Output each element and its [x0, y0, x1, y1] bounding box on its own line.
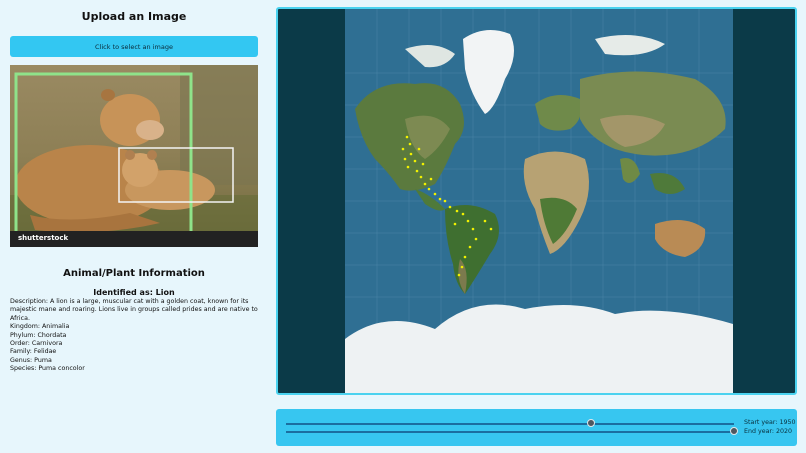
identified-label: Identified as: Lion: [93, 288, 175, 297]
start-year-track[interactable]: [286, 423, 734, 425]
order-text: Order: Carnivora: [10, 340, 63, 348]
uploaded-image: shutterstock: [10, 65, 258, 247]
left-panel: Upload an Image Click to select an image: [0, 0, 268, 453]
map-panel: [276, 7, 797, 395]
species-text: Species: Puma concolor: [10, 365, 85, 373]
end-year-track[interactable]: [286, 431, 734, 433]
description-text: Description: A lion is a large, muscular…: [10, 298, 258, 322]
start-year-label: Start year: 1950: [744, 419, 796, 426]
genus-text: Genus: Puma: [10, 356, 52, 364]
start-year-slider-handle[interactable]: [586, 419, 595, 427]
select-image-button[interactable]: Click to select an image: [10, 36, 258, 57]
info-details: Description: A lion is a large, muscular…: [10, 298, 262, 374]
info-title: Animal/Plant Information: [63, 268, 205, 279]
family-text: Family: Felidae: [10, 348, 57, 356]
end-year-slider-handle[interactable]: [730, 427, 738, 435]
upload-title: Upload an Image: [81, 10, 187, 23]
kingdom-text: Kingdom: Animalia: [10, 323, 70, 331]
shutterstock-watermark: shutterstock: [18, 234, 69, 242]
year-slider-panel: Start year: 1950 End year: 2020: [276, 409, 797, 446]
phylum-text: Phylum: Chordata: [10, 331, 67, 339]
end-year-label: End year: 2020: [744, 428, 793, 435]
world-map[interactable]: [345, 9, 733, 393]
